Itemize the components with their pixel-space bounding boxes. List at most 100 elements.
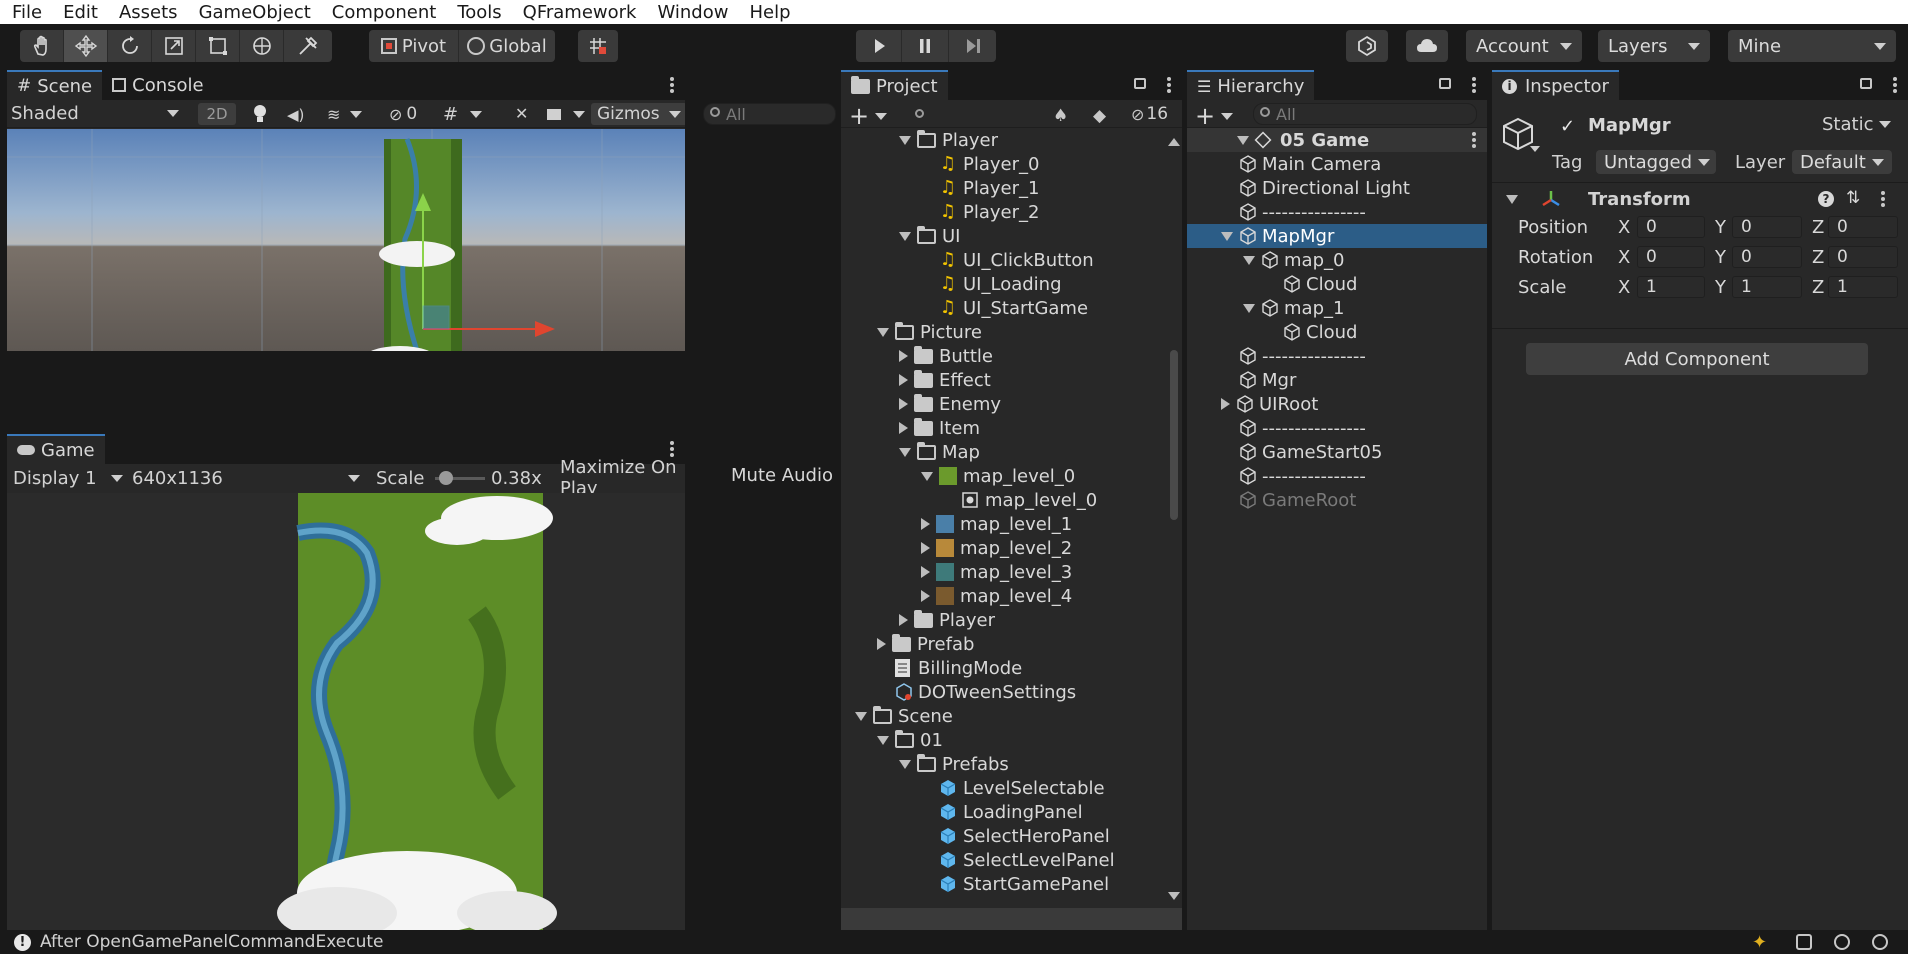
game-menu-icon[interactable] [669,440,675,458]
step-icon[interactable] [949,30,996,62]
move-tool-icon[interactable] [64,30,108,62]
project-item[interactable]: ♫ UI_StartGame [921,296,1088,320]
create-asset-dropdown[interactable]: + [849,102,888,130]
filter-type-icon[interactable]: ♠ [1053,106,1068,126]
chevron-right-icon[interactable] [921,566,930,578]
hierarchy-item[interactable]: GameRoot [1187,488,1487,512]
chevron-down-icon[interactable] [1243,303,1255,313]
project-item[interactable]: map_level_4 [921,584,1072,608]
effects-dropdown[interactable]: ≋ [327,104,373,124]
2d-toggle[interactable]: 2D [198,103,236,125]
project-item[interactable]: map_level_2 [921,536,1072,560]
scene-viewport[interactable] [7,129,685,351]
tab-game[interactable]: Game [7,434,105,464]
chevron-down-icon[interactable] [1221,231,1233,241]
account-dropdown[interactable]: Account [1466,30,1582,62]
scale-tool-icon[interactable] [152,30,196,62]
tab-console[interactable]: Console [102,70,213,100]
add-component-button[interactable]: Add Component [1526,343,1868,375]
project-item[interactable]: StartGamePanel [921,872,1109,896]
project-item[interactable]: 01 [877,728,943,752]
lock-icon[interactable] [1134,78,1146,89]
scene-row-menu-icon[interactable] [1471,131,1477,149]
chevron-right-icon[interactable] [899,350,908,362]
position-x-field[interactable]: 0 [1637,216,1705,238]
filter-label-icon[interactable]: ◆ [1093,106,1106,126]
rotation-y-label[interactable]: Y [1715,245,1726,269]
bug-icon[interactable]: ✦ [1752,932,1767,953]
icon-picker-caret-icon[interactable] [1530,146,1540,152]
tab-inspector[interactable]: i Inspector [1492,70,1619,100]
chevron-down-icon[interactable] [855,711,867,721]
menu-gameobject[interactable]: GameObject [185,2,318,23]
custom-tools-icon[interactable] [284,30,332,62]
hierarchy-menu-icon[interactable] [1471,76,1477,94]
tab-project[interactable]: Project [841,70,948,100]
project-item[interactable]: Buttle [899,344,993,368]
menu-edit[interactable]: Edit [49,2,105,23]
project-item[interactable]: Enemy [899,392,1001,416]
pivot-toggle[interactable]: Pivot [369,30,459,62]
project-item[interactable]: SelectHeroPanel [921,824,1110,848]
project-item[interactable]: ♫ Player_0 [921,152,1040,176]
layout-dropdown[interactable]: Mine [1728,30,1896,62]
position-y-label[interactable]: Y [1715,215,1726,239]
project-item[interactable]: Prefab [877,632,974,656]
hierarchy-search-input[interactable]: All [1253,103,1477,125]
hierarchy-item[interactable]: UIRoot [1187,392,1487,416]
rotate-tool-icon[interactable] [108,30,152,62]
scale-z-field[interactable]: 1 [1828,276,1898,298]
project-item[interactable]: Scene [855,704,953,728]
lighting-icon[interactable] [252,105,268,123]
project-item[interactable]: Map [899,440,980,464]
pause-icon[interactable] [902,30,949,62]
object-name-field[interactable]: MapMgr [1588,114,1788,136]
hierarchy-item[interactable]: ---------------- [1187,416,1487,440]
position-z-label[interactable]: Z [1812,215,1824,239]
project-item[interactable]: LoadingPanel [921,800,1083,824]
scale-x-field[interactable]: 1 [1637,276,1705,298]
hierarchy-item[interactable]: Directional Light [1187,176,1487,200]
chevron-right-icon[interactable] [921,518,930,530]
project-scrollbar[interactable] [1167,130,1181,910]
scene-search-input[interactable]: All [703,103,836,125]
project-item[interactable]: map_level_0 [921,464,1075,488]
layer-dropdown[interactable]: Default [1792,150,1892,174]
hierarchy-item[interactable]: Cloud [1187,320,1487,344]
chevron-down-icon[interactable] [877,327,889,337]
cloud-icon[interactable] [1406,30,1448,62]
tag-dropdown[interactable]: Untagged [1596,150,1716,174]
project-menu-icon[interactable] [1166,76,1172,94]
help-icon[interactable]: ? [1818,191,1834,207]
tools-icon[interactable]: ✕ [515,104,537,124]
component-menu-icon[interactable] [1880,190,1886,208]
tab-hierarchy[interactable]: ☰ Hierarchy [1187,70,1315,100]
chevron-right-icon[interactable] [921,590,930,602]
hierarchy-item[interactable]: MapMgr [1187,224,1487,248]
scale-y-field[interactable]: 1 [1732,276,1802,298]
create-object-dropdown[interactable]: + [1195,102,1234,130]
chevron-down-icon[interactable] [899,759,911,769]
play-icon[interactable] [856,30,902,62]
project-item[interactable]: UI [899,224,960,248]
menu-window[interactable]: Window [643,2,735,23]
hierarchy-item[interactable]: Cloud [1187,272,1487,296]
resolution-dropdown[interactable]: 640x1136 [132,468,360,489]
lock-icon[interactable] [1439,78,1451,89]
menu-file[interactable]: File [0,2,49,23]
static-checkbox[interactable] [1804,118,1818,132]
inspector-menu-icon[interactable] [1892,76,1898,94]
shading-dropdown[interactable]: Shaded [11,102,187,126]
scale-slider-handle[interactable] [439,471,453,485]
menu-assets[interactable]: Assets [105,2,185,23]
project-item[interactable]: Effect [899,368,991,392]
chevron-right-icon[interactable] [1221,398,1230,410]
project-scroll-thumb[interactable] [1170,350,1178,520]
tab-scene[interactable]: # Scene [7,70,103,100]
status-message[interactable]: After OpenGamePanelCommandExecute [40,932,383,952]
menu-help[interactable]: Help [735,2,797,23]
project-item[interactable]: ♫ Player_1 [921,176,1040,200]
menu-component[interactable]: Component [318,2,444,23]
grid-snap-icon[interactable] [578,30,618,62]
position-y-field[interactable]: 0 [1732,216,1802,238]
